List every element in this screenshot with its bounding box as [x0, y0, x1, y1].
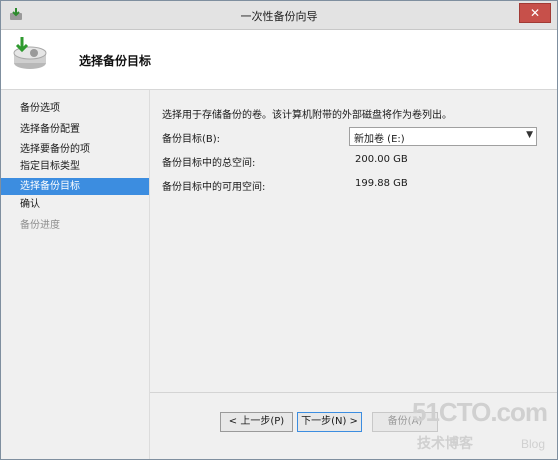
- title-bar: 一次性备份向导 ✕: [1, 1, 557, 30]
- wizard-header: 选择备份目标: [1, 30, 557, 90]
- backup-target-select[interactable]: 新加卷 (E:) ▼: [349, 127, 537, 146]
- window-title: 一次性备份向导: [240, 10, 318, 23]
- nav-step-confirm[interactable]: 确认: [1, 196, 149, 213]
- nav-step-select-target[interactable]: 选择备份目标: [1, 178, 149, 195]
- nav-step-target-type[interactable]: 指定目标类型: [1, 158, 149, 175]
- backup-drive-icon: [10, 35, 50, 73]
- watermark-blog: Blog: [520, 437, 545, 451]
- chevron-down-icon: ▼: [526, 130, 533, 140]
- nav-step-progress: 备份进度: [20, 220, 60, 231]
- nav-step-select-items[interactable]: 选择要备份的项: [1, 141, 149, 158]
- description-text: 选择用于存储备份的卷。该计算机附带的外部磁盘将作为卷列出。: [162, 110, 452, 121]
- total-space-label: 备份目标中的总空间:: [162, 158, 256, 169]
- backup-target-label: 备份目标(B):: [162, 134, 221, 145]
- free-space-label: 备份目标中的可用空间:: [162, 182, 266, 193]
- watermark: 51CTO.com 技术博客 Blog: [412, 397, 549, 453]
- wizard-window: 一次性备份向导 ✕ 选择备份目标 备份选项 选择备份配置 选择要备份的项 指定目…: [0, 0, 558, 460]
- free-space-value: 199.88 GB: [355, 178, 408, 189]
- next-button[interactable]: 下一步(N) >: [297, 412, 362, 432]
- previous-button[interactable]: < 上一步(P): [220, 412, 293, 432]
- close-icon: ✕: [529, 6, 541, 20]
- watermark-site: 51CTO.com: [411, 397, 548, 427]
- close-button[interactable]: ✕: [519, 3, 551, 23]
- total-space-value: 200.00 GB: [355, 154, 408, 165]
- nav-step-backup-options[interactable]: 备份选项: [1, 100, 149, 117]
- watermark-tagline: 技术博客: [417, 436, 473, 452]
- wizard-steps-nav: 备份选项 选择备份配置 选择要备份的项 指定目标类型 选择备份目标 确认 备份进…: [1, 90, 149, 459]
- backup-target-value: 新加卷 (E:): [354, 134, 405, 145]
- page-title: 选择备份目标: [79, 54, 152, 68]
- footer-divider: [150, 392, 557, 393]
- nav-step-select-config[interactable]: 选择备份配置: [1, 121, 149, 138]
